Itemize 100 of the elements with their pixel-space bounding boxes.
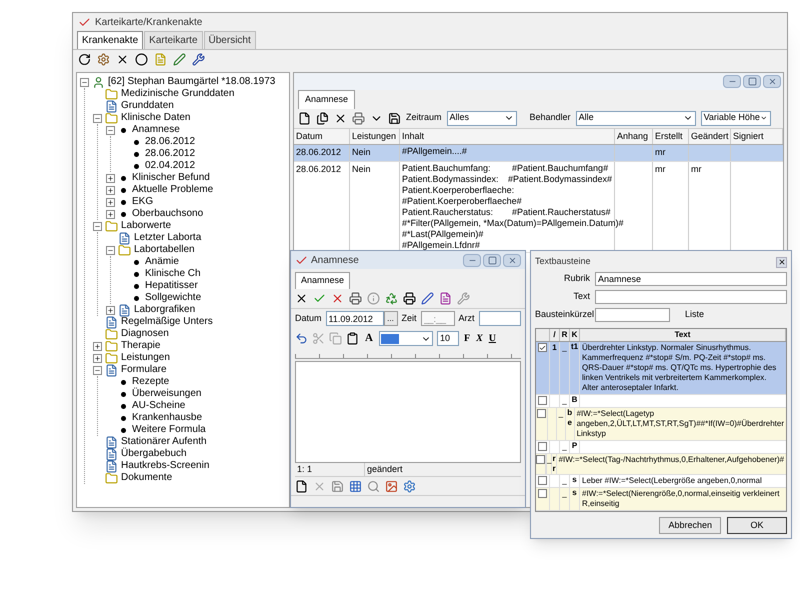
- table-icon[interactable]: [349, 480, 362, 492]
- tree-item[interactable]: Anämie: [145, 257, 179, 267]
- document-icon[interactable]: [105, 448, 118, 460]
- document-icon[interactable]: [105, 364, 118, 376]
- zoom-icon[interactable]: [367, 480, 380, 492]
- tree-item[interactable]: Regelmäßige Unters: [121, 317, 213, 327]
- checkbox[interactable]: [538, 476, 547, 485]
- tree-item[interactable]: Stationärer Aufenth: [121, 437, 207, 447]
- checkbox[interactable]: [538, 489, 547, 498]
- doctor-field[interactable]: [478, 311, 521, 326]
- time-field[interactable]: __:__: [420, 311, 455, 326]
- tree-item[interactable]: Dokumente: [121, 473, 172, 483]
- tab[interactable]: Anamnese: [295, 272, 350, 288]
- table-row[interactable]: _ B: [536, 395, 786, 408]
- column-header[interactable]: Geändert: [689, 128, 731, 144]
- behandler-select[interactable]: Alle: [576, 110, 696, 126]
- document-icon[interactable]: [105, 436, 118, 448]
- pen-icon[interactable]: [421, 292, 434, 304]
- expand-toggle[interactable]: [106, 174, 115, 182]
- date-field[interactable]: 11.09.2012: [326, 311, 384, 326]
- text-field[interactable]: [595, 290, 787, 304]
- person-icon[interactable]: [92, 76, 105, 88]
- save-icon[interactable]: [388, 112, 401, 124]
- folder-icon[interactable]: [105, 112, 118, 124]
- folder-icon[interactable]: [105, 328, 118, 340]
- tree-item[interactable]: Diagnosen: [121, 329, 169, 339]
- tab[interactable]: Übersicht: [204, 31, 256, 49]
- close-icon[interactable]: [116, 53, 129, 66]
- column-header[interactable]: /: [550, 329, 560, 341]
- tree-item[interactable]: Klinische Daten: [121, 113, 190, 123]
- delete-icon[interactable]: [334, 112, 347, 124]
- maximize-button[interactable]: [743, 75, 761, 88]
- document-icon[interactable]: [118, 304, 131, 316]
- printer-icon[interactable]: [403, 292, 416, 304]
- tab[interactable]: Anamnese: [298, 90, 356, 108]
- collapse-toggle[interactable]: [106, 246, 115, 254]
- document-icon[interactable]: [439, 292, 452, 304]
- tree-item[interactable]: Hepatitisser: [145, 281, 198, 291]
- settings-icon[interactable]: [97, 53, 110, 66]
- font-size-field[interactable]: 10: [436, 331, 459, 346]
- minimize-button[interactable]: [723, 75, 741, 88]
- paste-icon[interactable]: [346, 332, 359, 345]
- tab[interactable]: Karteikarte: [144, 31, 203, 49]
- table-row[interactable]: _ s Leber #IW:=*Select(Lebergröße angeben,0,normal: [536, 475, 786, 488]
- column-header[interactable]: Leistungen: [350, 128, 400, 144]
- tree-item[interactable]: Überweisungen: [132, 389, 202, 399]
- check-icon[interactable]: [313, 292, 326, 304]
- folder-icon[interactable]: [105, 472, 118, 484]
- tree-item[interactable]: Hautkrebs-Screenin: [121, 461, 210, 471]
- close-icon[interactable]: [295, 292, 308, 304]
- expand-toggle[interactable]: [106, 198, 115, 206]
- expand-toggle[interactable]: [106, 306, 115, 314]
- tree-item[interactable]: Leistungen: [121, 353, 170, 363]
- wrench-icon[interactable]: [192, 53, 205, 66]
- undo-icon[interactable]: [295, 332, 308, 345]
- close-button[interactable]: [776, 256, 787, 268]
- tree-item[interactable]: Laborwerte: [121, 221, 172, 231]
- table-row[interactable]: [536, 342, 786, 395]
- dialog-button[interactable]: Abbrechen: [659, 517, 721, 534]
- table-row[interactable]: _rr #IW:=*Select(Tag-/Nachtrhythmus,0,Erhaltener,Aufgehobener)#: [536, 454, 786, 475]
- format-button[interactable]: X: [475, 331, 484, 346]
- expand-toggle[interactable]: [93, 354, 102, 362]
- expand-toggle[interactable]: [93, 342, 102, 350]
- font-select[interactable]: [378, 331, 433, 346]
- table-row[interactable]: _ P: [536, 441, 786, 454]
- tab[interactable]: Krankenakte: [77, 31, 144, 49]
- copy-document-icon[interactable]: [316, 112, 329, 124]
- column-header[interactable]: Signiert: [731, 128, 783, 144]
- row-height-select[interactable]: Variable Höhe: [700, 110, 771, 126]
- refresh-icon[interactable]: [78, 53, 91, 66]
- tree-item[interactable]: Formulare: [121, 365, 167, 375]
- tree-item[interactable]: AU-Scheine: [132, 401, 186, 411]
- checkbox[interactable]: [537, 409, 546, 418]
- document-icon[interactable]: [105, 316, 118, 328]
- folder-icon[interactable]: [105, 88, 118, 100]
- column-header[interactable]: K: [570, 329, 580, 341]
- recycle-icon[interactable]: [385, 292, 398, 304]
- checkbox[interactable]: [536, 455, 545, 464]
- tree-item[interactable]: EKG: [132, 197, 154, 207]
- format-button[interactable]: U: [488, 331, 497, 346]
- collapse-toggle[interactable]: [93, 114, 102, 122]
- tree-item[interactable]: 02.04.2012: [145, 161, 196, 171]
- tree-item[interactable]: Sollgewichte: [145, 293, 202, 303]
- column-header[interactable]: Datum: [294, 128, 350, 144]
- dialog-button[interactable]: OK: [727, 517, 787, 534]
- tree-item[interactable]: Grunddaten: [121, 101, 174, 111]
- rubrik-field[interactable]: Anamnese: [595, 272, 787, 286]
- folder-icon[interactable]: [118, 244, 131, 256]
- expand-toggle[interactable]: [106, 186, 115, 194]
- new-document-icon[interactable]: [295, 480, 308, 492]
- checkbox[interactable]: [538, 396, 547, 405]
- date-picker-button[interactable]: ...: [384, 311, 398, 326]
- font-button[interactable]: A: [363, 330, 375, 347]
- tree-item[interactable]: Laborgrafiken: [134, 305, 196, 315]
- printer-icon[interactable]: [349, 292, 362, 304]
- folder-icon[interactable]: [105, 340, 118, 352]
- circle-icon[interactable]: [135, 53, 148, 66]
- tree-item[interactable]: Klinische Ch: [145, 269, 201, 279]
- column-header[interactable]: Inhalt: [400, 128, 615, 144]
- column-header[interactable]: Anhang: [615, 128, 653, 144]
